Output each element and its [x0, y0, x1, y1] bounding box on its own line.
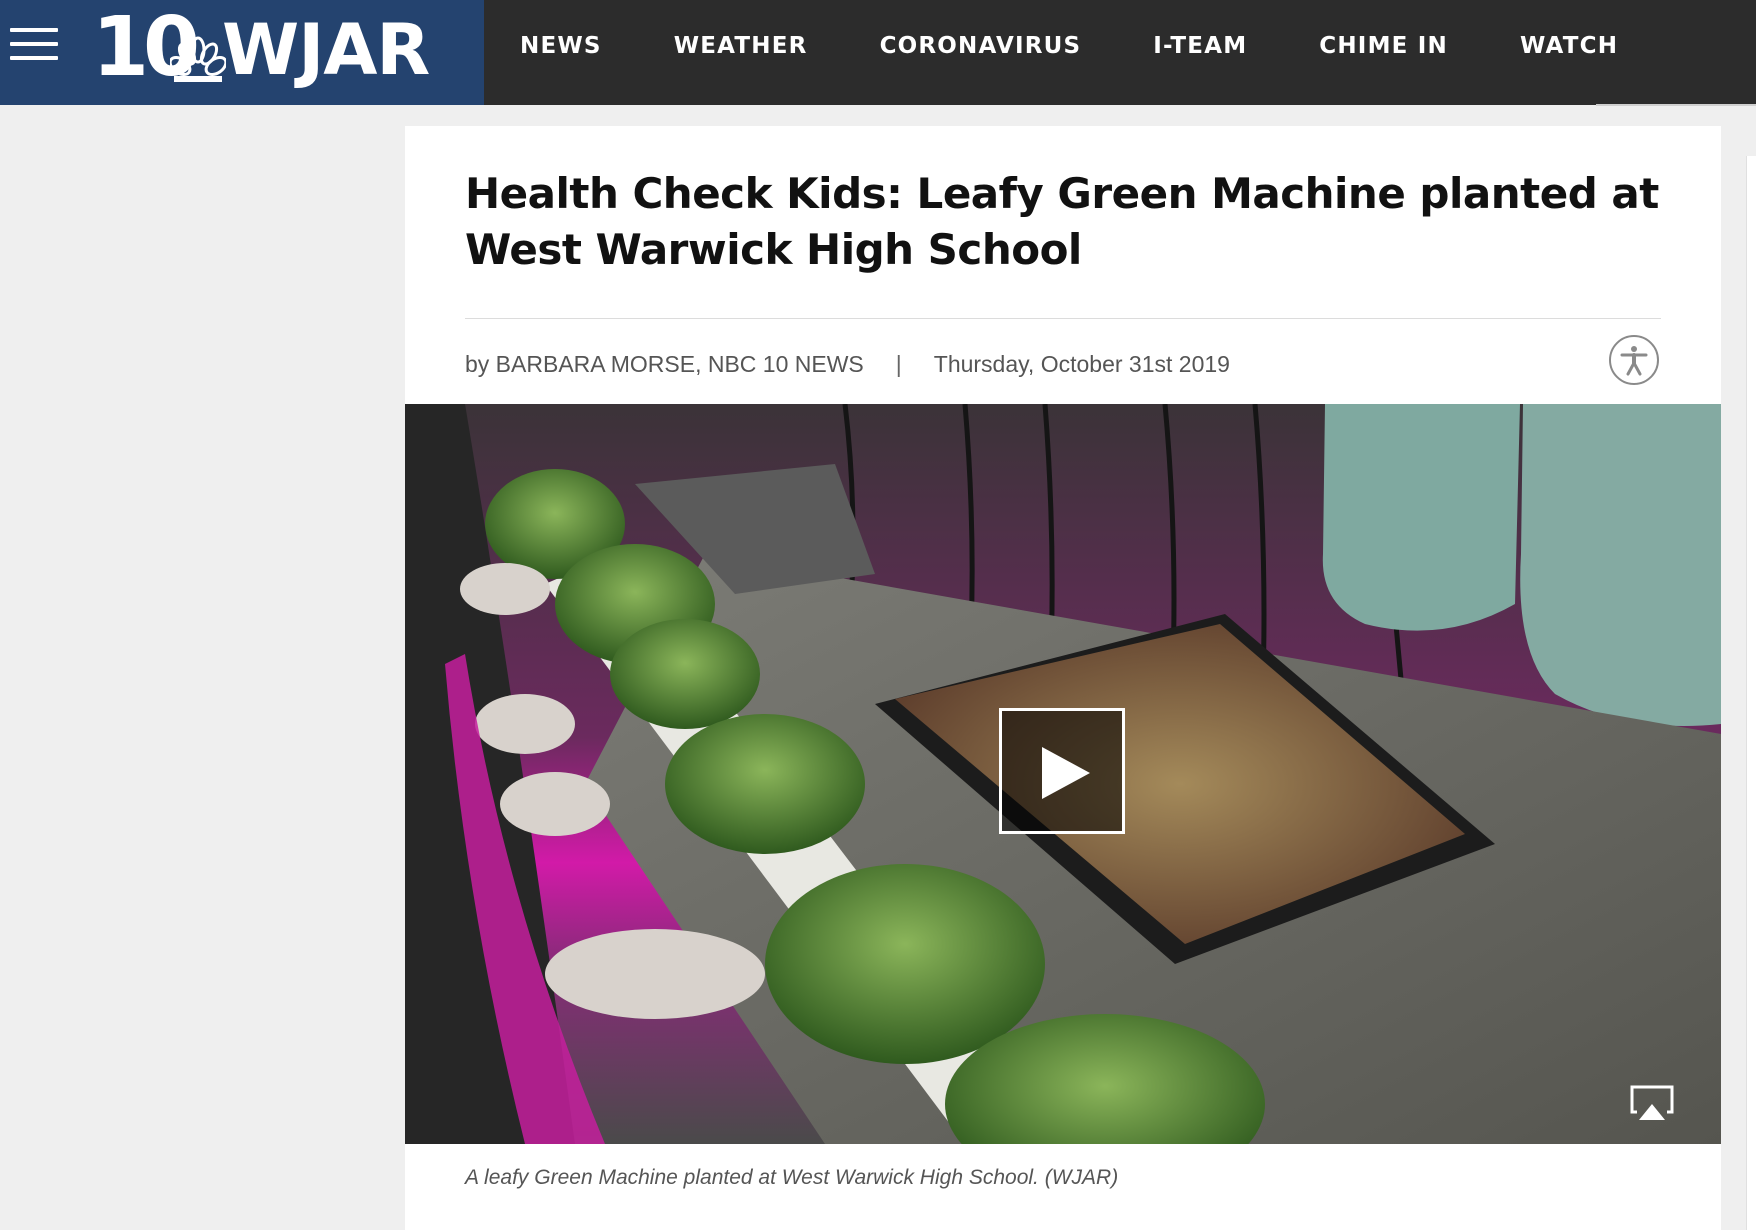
- site-logo[interactable]: 10 WJAR: [92, 2, 432, 94]
- publish-date: Thursday, October 31st 2019: [933, 350, 1230, 377]
- nav-weather[interactable]: WEATHER: [638, 33, 844, 59]
- site-header: 10 WJAR NEWS WEATHER CORONAVIRUS I-TEAM …: [0, 0, 1756, 105]
- nav-i-team[interactable]: I-TEAM: [1117, 33, 1283, 59]
- hamburger-menu-icon[interactable]: [10, 28, 58, 60]
- airplay-icon[interactable]: [1629, 1084, 1675, 1122]
- menu-bar: [10, 42, 58, 46]
- play-triangle: [1042, 747, 1090, 799]
- article-headline: Health Check Kids: Leafy Green Machine p…: [465, 169, 1659, 274]
- nbc-peacock-icon: [170, 36, 226, 82]
- video-player[interactable]: [405, 404, 1721, 1144]
- menu-bar: [10, 28, 58, 32]
- nav-chime-in[interactable]: CHIME IN: [1283, 33, 1484, 59]
- nav-coronavirus[interactable]: CORONAVIRUS: [844, 33, 1118, 59]
- author-link[interactable]: by BARBARA MORSE, NBC 10 NEWS: [465, 351, 864, 378]
- accessibility-figure: [1620, 346, 1648, 376]
- accessibility-icon[interactable]: [1609, 335, 1659, 385]
- main-nav: NEWS WEATHER CORONAVIRUS I-TEAM CHIME IN…: [484, 0, 1654, 92]
- divider: [465, 318, 1661, 319]
- menu-bar: [10, 56, 58, 60]
- sidebar-edge: [1746, 156, 1756, 1230]
- divider: [1596, 104, 1756, 106]
- brand-area: 10 WJAR: [0, 0, 484, 105]
- nav-watch[interactable]: WATCH: [1484, 33, 1654, 59]
- byline: by BARBARA MORSE, NBC 10 NEWS | Thursday…: [465, 346, 1230, 382]
- byline-separator: |: [895, 350, 902, 377]
- article-card: Health Check Kids: Leafy Green Machine p…: [405, 126, 1721, 1230]
- image-caption: A leafy Green Machine planted at West Wa…: [465, 1166, 1119, 1189]
- logo-call-letters: WJAR: [222, 9, 430, 91]
- play-icon[interactable]: [999, 708, 1125, 834]
- nav-news[interactable]: NEWS: [484, 33, 638, 59]
